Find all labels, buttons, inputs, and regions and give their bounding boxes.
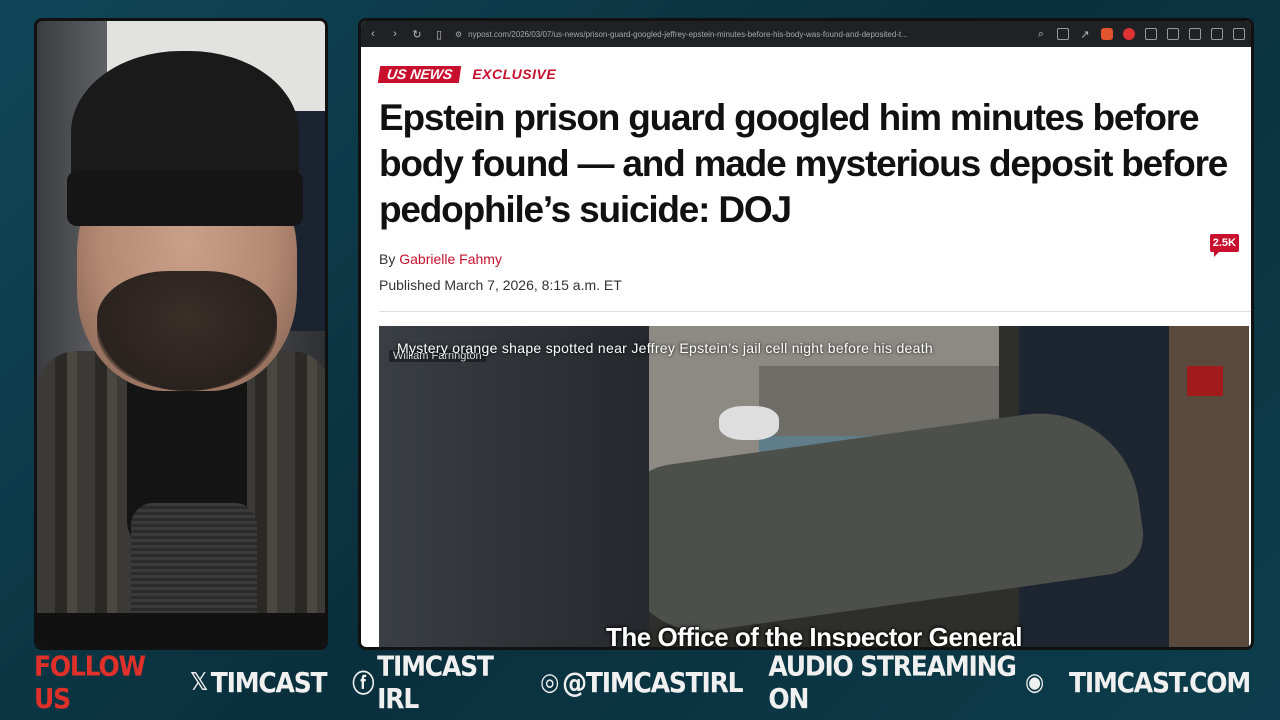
article-tags: US NEWS EXCLUSIVE (377, 65, 1245, 83)
byline: By Gabrielle Fahmy (379, 251, 1245, 267)
exclusive-tag: EXCLUSIVE (472, 66, 557, 82)
facebook-social-link[interactable]: ⓕ TIMCAST IRL (352, 650, 514, 715)
photo-caption: Mystery orange shape spotted near Jeffre… (397, 340, 933, 356)
bookmark-icon[interactable]: ▯ (433, 28, 445, 41)
cam-bottom-bar (37, 613, 325, 647)
audio-streaming: AUDIO STREAMING ON ◉ (768, 649, 1044, 715)
video-subtitle: The Office of the Inspector General (606, 622, 1022, 650)
x-icon: 𝕏 (190, 668, 208, 696)
host-beard (97, 271, 277, 391)
address-bar[interactable]: ⚙ nypost.com/2026/03/07/us-news/prison-g… (455, 25, 1025, 43)
host-beanie-fold (67, 171, 303, 226)
site-settings-icon[interactable]: ⚙ (455, 30, 462, 39)
reload-icon[interactable]: ↻ (411, 28, 423, 41)
section-tag[interactable]: US NEWS (377, 65, 462, 83)
x-social-link[interactable]: 𝕏 TIMCAST (190, 665, 328, 699)
photo-fire-alarm (1187, 366, 1223, 396)
webcam-feed (34, 18, 328, 650)
instagram-icon: ◎ (540, 668, 559, 696)
brave-shield-icon[interactable] (1101, 28, 1113, 40)
instagram-handle: @TIMCASTIRL (562, 665, 743, 699)
vpn-icon[interactable] (1233, 28, 1245, 40)
photo-officer-left (379, 326, 649, 647)
extensions-icon[interactable] (1145, 28, 1157, 40)
wallet-icon[interactable] (1189, 28, 1201, 40)
forward-icon[interactable]: › (389, 28, 401, 40)
sidebar-icon[interactable] (1167, 28, 1179, 40)
byline-prefix: By (379, 251, 396, 267)
back-icon[interactable]: ‹ (367, 28, 379, 40)
photo-glove (719, 406, 779, 440)
article-headline: Epstein prison guard googled him minutes… (379, 97, 1228, 230)
author-link[interactable]: Gabrielle Fahmy (399, 251, 502, 267)
comment-count-badge[interactable]: 2.5K (1209, 234, 1239, 257)
audio-streaming-label: AUDIO STREAMING ON (768, 649, 1016, 715)
rewards-icon[interactable] (1123, 28, 1135, 40)
spotify-icon[interactable]: ◉ (1025, 668, 1044, 696)
article-page: US NEWS EXCLUSIVE Epstein prison guard g… (361, 47, 1251, 312)
facebook-handle: TIMCAST IRL (377, 649, 494, 715)
zoom-icon[interactable]: ⌕ (1035, 28, 1047, 41)
share-icon[interactable]: ↗ (1079, 28, 1091, 41)
site-link[interactable]: TIMCAST.COM (1069, 666, 1251, 698)
instagram-social-link[interactable]: ◎ @TIMCASTIRL (540, 665, 743, 699)
follow-us-label: FOLLOW US (34, 649, 146, 715)
article-photo[interactable]: William Farrington Mystery orange shape … (379, 326, 1249, 650)
social-footer: FOLLOW US 𝕏 TIMCAST ⓕ TIMCAST IRL ◎ @TIM… (0, 649, 1280, 715)
x-handle: TIMCAST (210, 665, 328, 699)
download-icon[interactable] (1211, 28, 1223, 40)
divider (379, 311, 1251, 312)
browser-window: ‹ › ↻ ▯ ⚙ nypost.com/2026/03/07/us-news/… (358, 18, 1254, 650)
browser-toolbar: ‹ › ↻ ▯ ⚙ nypost.com/2026/03/07/us-news/… (361, 21, 1251, 47)
facebook-icon: ⓕ (352, 670, 374, 699)
url-text: nypost.com/2026/03/07/us-news/prison-gua… (468, 29, 908, 39)
published-date: Published March 7, 2026, 8:15 a.m. ET (379, 277, 622, 293)
reader-icon[interactable] (1057, 28, 1069, 40)
